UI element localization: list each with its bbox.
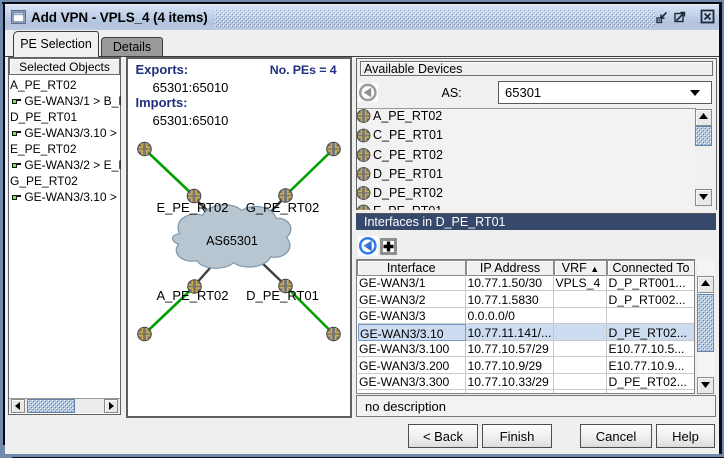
svg-text:D_PE_RT01: D_PE_RT01 — [246, 288, 319, 303]
svg-text:E_PE_RT02: E_PE_RT02 — [156, 200, 228, 215]
svg-text:G_PE_RT02: G_PE_RT02 — [245, 200, 318, 215]
svg-text:AS65301: AS65301 — [206, 234, 258, 248]
svg-text:A_PE_RT02: A_PE_RT02 — [156, 288, 228, 303]
